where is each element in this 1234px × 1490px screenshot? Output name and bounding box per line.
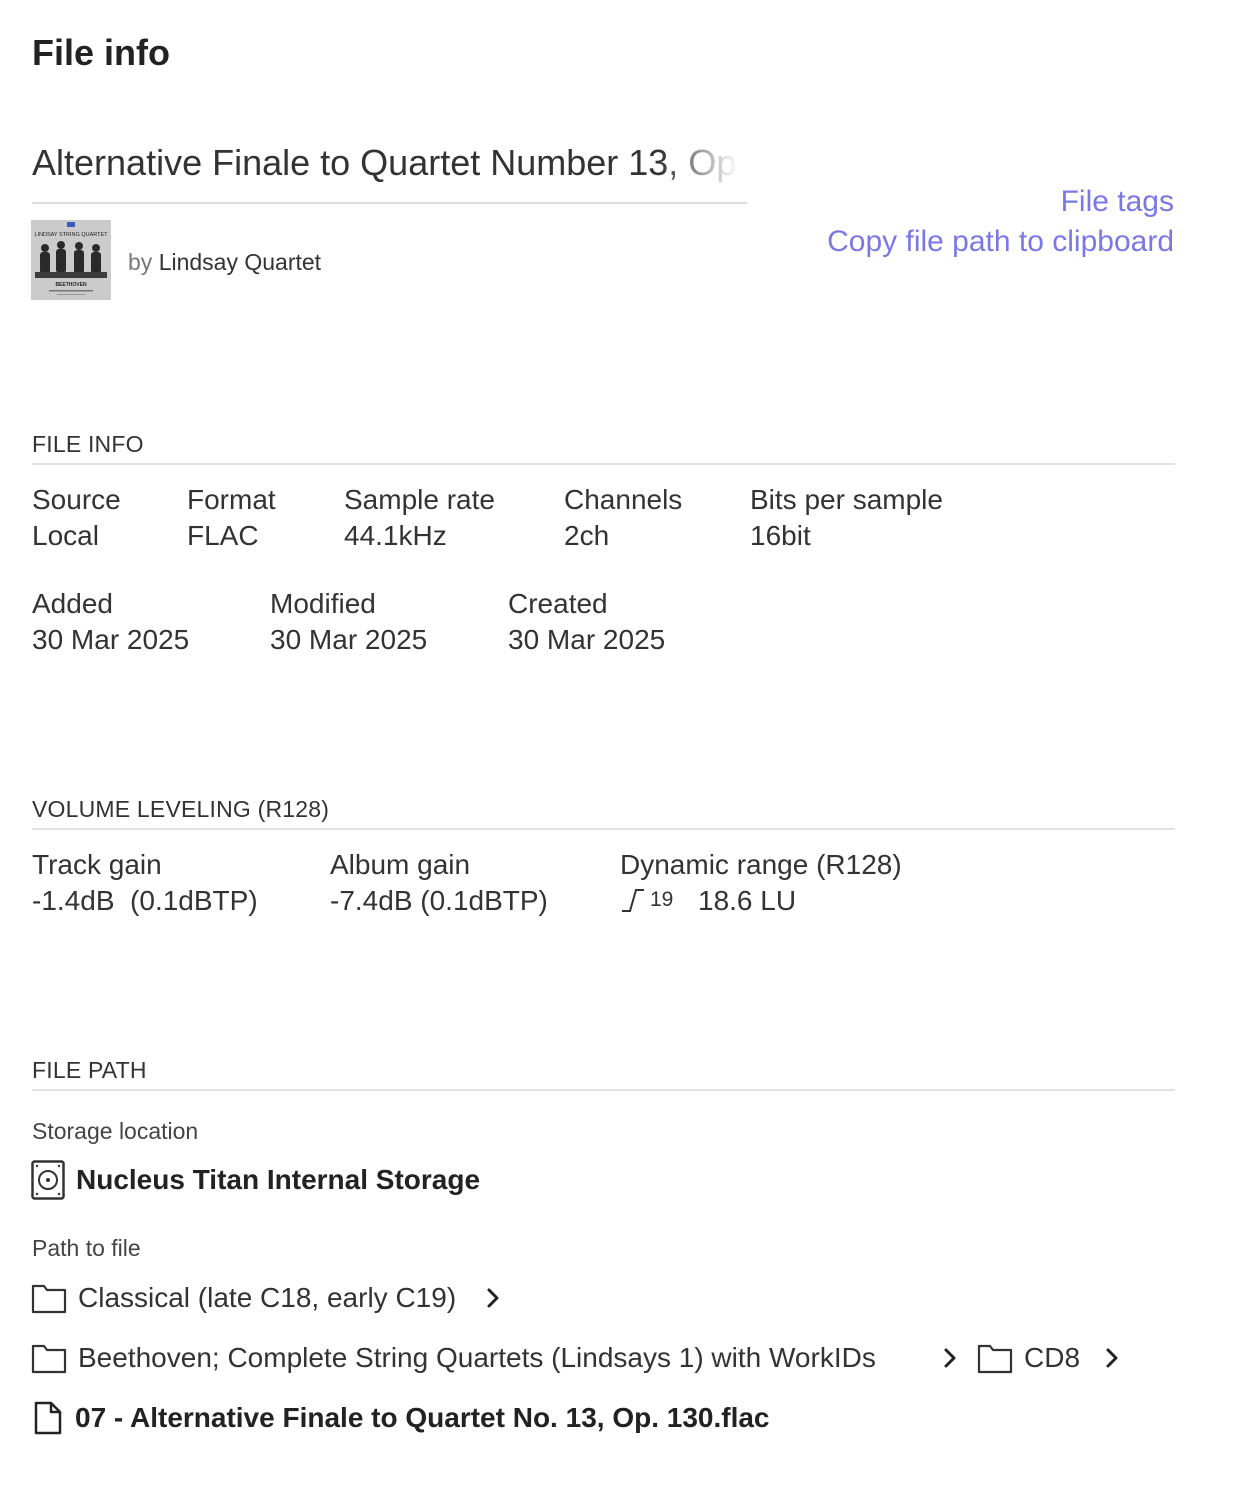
- channels-label: Channels: [564, 484, 683, 515]
- title-underline: [32, 202, 747, 204]
- created-value: 30 Mar 2025: [508, 624, 666, 655]
- artist-prefix: by: [128, 249, 153, 275]
- volume-leveling-header: VOLUME LEVELING (R128): [32, 796, 330, 822]
- album-gain-value: -7.4dB (0.1dBTP): [330, 885, 548, 916]
- album-art-image: LINDSAY STRING QUARTET BEETHOVEN: [31, 220, 111, 300]
- modified-label: Modified: [270, 588, 376, 619]
- page-title: File info: [32, 32, 170, 73]
- track-title-fade: [660, 140, 747, 190]
- file-path-header: FILE PATH: [32, 1057, 147, 1083]
- folder-icon: [31, 1282, 67, 1314]
- storage-location-name[interactable]: Nucleus Titan Internal Storage: [76, 1164, 480, 1196]
- added-label: Added: [32, 588, 113, 619]
- path-to-file-label: Path to file: [32, 1235, 141, 1261]
- folder-icon: [977, 1342, 1013, 1374]
- chevron-right-icon: [941, 1345, 959, 1371]
- file-icon: [34, 1401, 62, 1435]
- storage-location-label: Storage location: [32, 1118, 199, 1144]
- path-folder-cd8[interactable]: CD8: [1024, 1342, 1080, 1374]
- album-art: LINDSAY STRING QUARTET BEETHOVEN: [31, 220, 111, 300]
- created-label: Created: [508, 588, 608, 619]
- file-info-header: FILE INFO: [32, 431, 144, 457]
- dynamic-range-icon: [620, 886, 646, 914]
- chevron-right-icon: [484, 1285, 502, 1311]
- bits-per-sample-value: 16bit: [750, 520, 811, 551]
- album-art-text-bottom: BEETHOVEN: [55, 282, 87, 288]
- track-gain-label: Track gain: [32, 849, 162, 880]
- source-value: Local: [32, 520, 99, 551]
- copy-file-path-link[interactable]: Copy file path to clipboard: [827, 225, 1174, 259]
- track-gain-value: -1.4dB (0.1dBTP): [32, 885, 258, 916]
- track-title: Alternative Finale to Quartet Number 13,…: [32, 142, 747, 183]
- dynamic-range-label: Dynamic range (R128): [620, 849, 902, 880]
- artist-line: by Lindsay Quartet: [128, 249, 321, 276]
- dynamic-range-badge: 19: [650, 888, 674, 911]
- chevron-right-icon: [1103, 1345, 1121, 1371]
- path-folder-beethoven[interactable]: Beethoven; Complete String Quartets (Lin…: [78, 1342, 876, 1374]
- file-tags-link[interactable]: File tags: [1061, 185, 1174, 219]
- source-label: Source: [32, 484, 121, 515]
- folder-icon: [31, 1342, 67, 1374]
- channels-value: 2ch: [564, 520, 610, 551]
- added-value: 30 Mar 2025: [32, 624, 190, 655]
- file-path-divider: [32, 1089, 1175, 1091]
- hard-drive-icon: [31, 1160, 65, 1200]
- dynamic-range-value: 18.6 LU: [698, 885, 797, 916]
- file-name: 07 - Alternative Finale to Quartet No. 1…: [75, 1402, 770, 1433]
- album-art-text-top: LINDSAY STRING QUARTET: [34, 232, 108, 238]
- sample-rate-value: 44.1kHz: [344, 520, 447, 551]
- volume-leveling-divider: [32, 828, 1175, 830]
- artist-name[interactable]: Lindsay Quartet: [159, 249, 321, 275]
- format-label: Format: [187, 484, 276, 515]
- path-folder-classical[interactable]: Classical (late C18, early C19): [78, 1282, 456, 1314]
- modified-value: 30 Mar 2025: [270, 624, 428, 655]
- sample-rate-label: Sample rate: [344, 484, 495, 515]
- format-value: FLAC: [187, 520, 259, 551]
- file-info-divider: [32, 463, 1175, 465]
- bits-per-sample-label: Bits per sample: [750, 484, 943, 515]
- album-gain-label: Album gain: [330, 849, 471, 880]
